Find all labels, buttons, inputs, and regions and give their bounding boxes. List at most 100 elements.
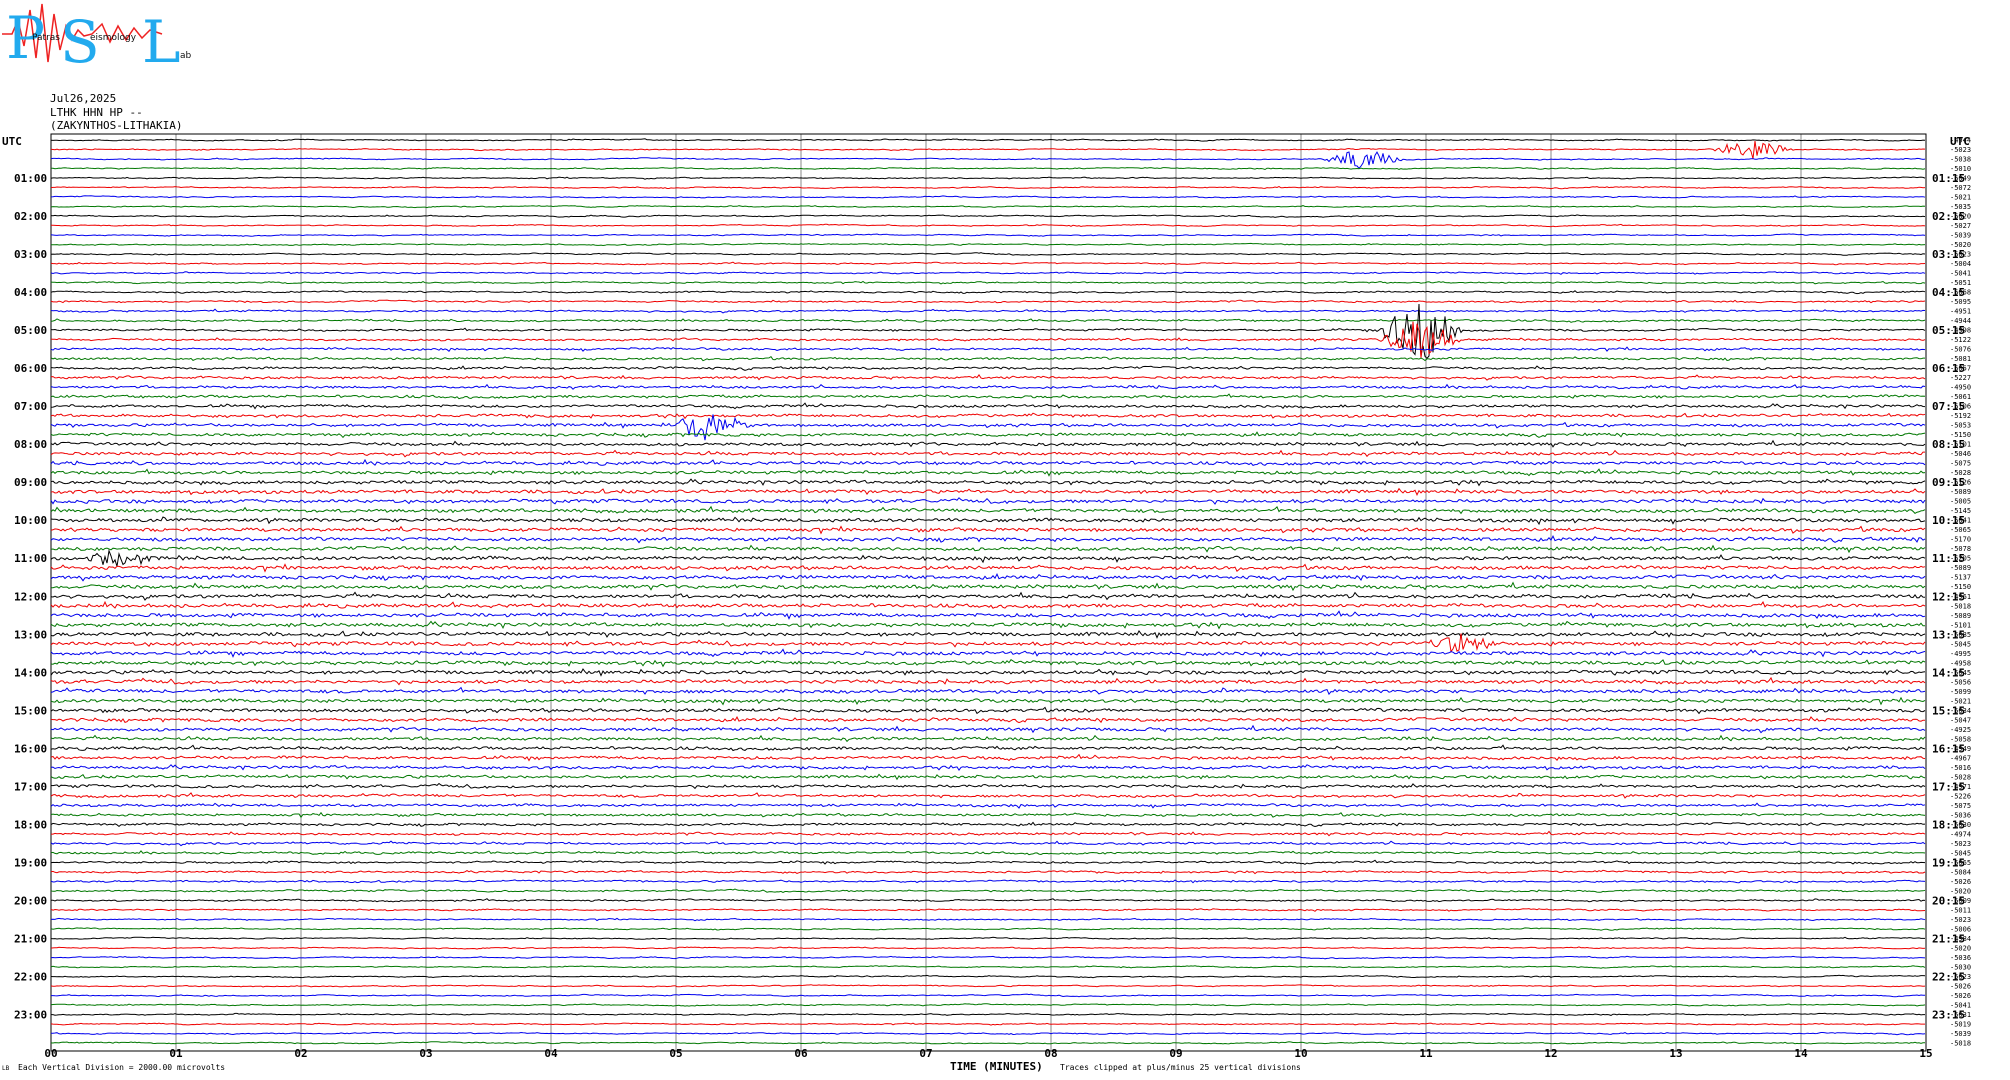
seismic-trace xyxy=(50,869,1926,875)
trace-offset-label: -5036 xyxy=(1950,811,1971,819)
seismic-trace xyxy=(50,412,1926,420)
seismic-trace xyxy=(50,544,1926,554)
trace-offset-label: -5084 xyxy=(1950,868,1971,876)
seismic-trace xyxy=(50,792,1926,799)
seismic-trace xyxy=(50,734,1926,743)
seismic-trace xyxy=(50,478,1926,487)
seismic-trace xyxy=(50,984,1926,988)
trace-offset-labels: -4944-5023-5038-5010-5049-5072-5021-5035… xyxy=(1950,137,1971,1048)
trace-offset-label: -5004 xyxy=(1950,260,1971,268)
trace-offset-label: -5205 xyxy=(1950,555,1971,563)
left-hour-label: 11:00 xyxy=(14,552,47,565)
seismic-trace xyxy=(50,591,1926,601)
left-hour-label: 04:00 xyxy=(14,286,47,299)
trace-offset-label: -5075 xyxy=(1950,802,1971,810)
left-hour-label: 14:00 xyxy=(14,666,47,679)
seismic-trace xyxy=(50,321,1926,358)
trace-offset-label: -5126 xyxy=(1950,479,1971,487)
seismic-trace xyxy=(50,753,1926,762)
trace-offset-label: -5137 xyxy=(1950,574,1971,582)
seismic-trace xyxy=(50,374,1926,381)
seismic-trace xyxy=(50,318,1926,323)
trace-offset-label: -4995 xyxy=(1950,650,1971,658)
left-hour-label: 06:00 xyxy=(14,362,47,375)
trace-offset-label: -5030 xyxy=(1950,821,1971,829)
trace-offset-label: -5041 xyxy=(1950,517,1971,525)
trace-offset-label: -5039 xyxy=(1950,1030,1971,1038)
trace-offset-label: -5099 xyxy=(1950,688,1971,696)
trace-offset-label: -5041 xyxy=(1950,270,1971,278)
seismic-trace xyxy=(50,166,1926,171)
trace-offset-label: -5051 xyxy=(1950,279,1971,287)
x-tick-label: 10 xyxy=(1294,1047,1307,1060)
seismic-trace xyxy=(50,917,1926,922)
seismic-trace xyxy=(50,668,1926,677)
trace-offset-label: -5026 xyxy=(1950,878,1971,886)
trace-offset-label: -5085 xyxy=(1950,631,1971,639)
seismic-trace xyxy=(50,706,1926,715)
trace-offset-label: -5122 xyxy=(1950,336,1971,344)
seismic-trace xyxy=(50,676,1926,686)
seismic-trace xyxy=(50,346,1926,353)
right-utc-title: UTC xyxy=(1950,135,1970,148)
seismic-trace xyxy=(50,908,1926,912)
x-tick-label: 05 xyxy=(669,1047,682,1060)
trace-offset-label: -5010 xyxy=(1950,165,1971,173)
seismic-trace xyxy=(50,468,1926,477)
seismic-trace xyxy=(50,233,1926,237)
seismic-trace xyxy=(50,1041,1925,1045)
seismic-trace xyxy=(50,365,1926,371)
trace-offset-label: -5039 xyxy=(1950,232,1971,240)
x-tick-label: 14 xyxy=(1794,1047,1808,1060)
seismic-trace xyxy=(50,308,1926,314)
seismic-trace xyxy=(50,151,1926,170)
seismic-trace xyxy=(50,402,1926,410)
seismic-trace xyxy=(50,383,1926,390)
trace-offset-label: -5046 xyxy=(1950,450,1971,458)
seismic-trace xyxy=(51,242,1926,247)
seismic-trace xyxy=(50,573,1926,582)
left-hour-label: 17:00 xyxy=(14,780,47,793)
seismic-trace xyxy=(51,830,1926,837)
left-hour-label: 22:00 xyxy=(14,970,47,983)
seismic-trace xyxy=(50,620,1926,630)
seismic-trace xyxy=(50,261,1926,266)
seismic-trace xyxy=(50,1022,1925,1026)
trace-offset-label: -4967 xyxy=(1950,754,1971,762)
trace-offset-label: -5075 xyxy=(1950,460,1971,468)
trace-offset-label: -5145 xyxy=(1950,507,1971,515)
left-hour-label: 05:00 xyxy=(14,324,47,337)
trace-offset-label: -5150 xyxy=(1950,431,1971,439)
trace-offset-label: -5089 xyxy=(1950,488,1971,496)
seismic-trace xyxy=(50,356,1925,362)
seismic-trace xyxy=(50,271,1926,275)
trace-offset-label: -5078 xyxy=(1950,545,1971,553)
trace-offset-label: -5065 xyxy=(1950,526,1971,534)
trace-offset-label: -4961 xyxy=(1950,593,1971,601)
seismic-trace xyxy=(50,879,1926,884)
trace-offset-label: -5106 xyxy=(1950,403,1971,411)
seismic-trace xyxy=(50,431,1926,439)
trace-offset-label: -5072 xyxy=(1950,184,1971,192)
seismic-trace xyxy=(50,252,1926,256)
left-hour-label: 10:00 xyxy=(14,514,47,527)
trace-offset-label: -5058 xyxy=(1950,735,1971,743)
x-tick-label: 01 xyxy=(169,1047,183,1060)
trace-offset-label: -4974 xyxy=(1950,830,1971,838)
trace-offset-label: -5081 xyxy=(1950,355,1971,363)
seismic-trace xyxy=(50,1003,1926,1007)
x-tick-label: 06 xyxy=(794,1047,808,1060)
left-hour-label: 21:00 xyxy=(14,932,47,945)
seismic-trace xyxy=(50,414,1926,441)
trace-offset-label: -5041 xyxy=(1950,1001,1971,1009)
left-hour-label: 07:00 xyxy=(14,400,47,413)
seismic-trace xyxy=(51,898,1926,903)
seismic-trace xyxy=(50,141,1926,159)
clipping-note: Traces clipped at plus/minus 25 vertical… xyxy=(1060,1063,1301,1072)
trace-offset-label: -5047 xyxy=(1950,716,1971,724)
trace-offset-label: -5089 xyxy=(1950,612,1971,620)
trace-offset-label: -5057 xyxy=(1950,365,1971,373)
seismic-trace xyxy=(50,214,1926,218)
seismic-trace xyxy=(50,185,1926,190)
trace-offset-label: -5009 xyxy=(1950,897,1971,905)
